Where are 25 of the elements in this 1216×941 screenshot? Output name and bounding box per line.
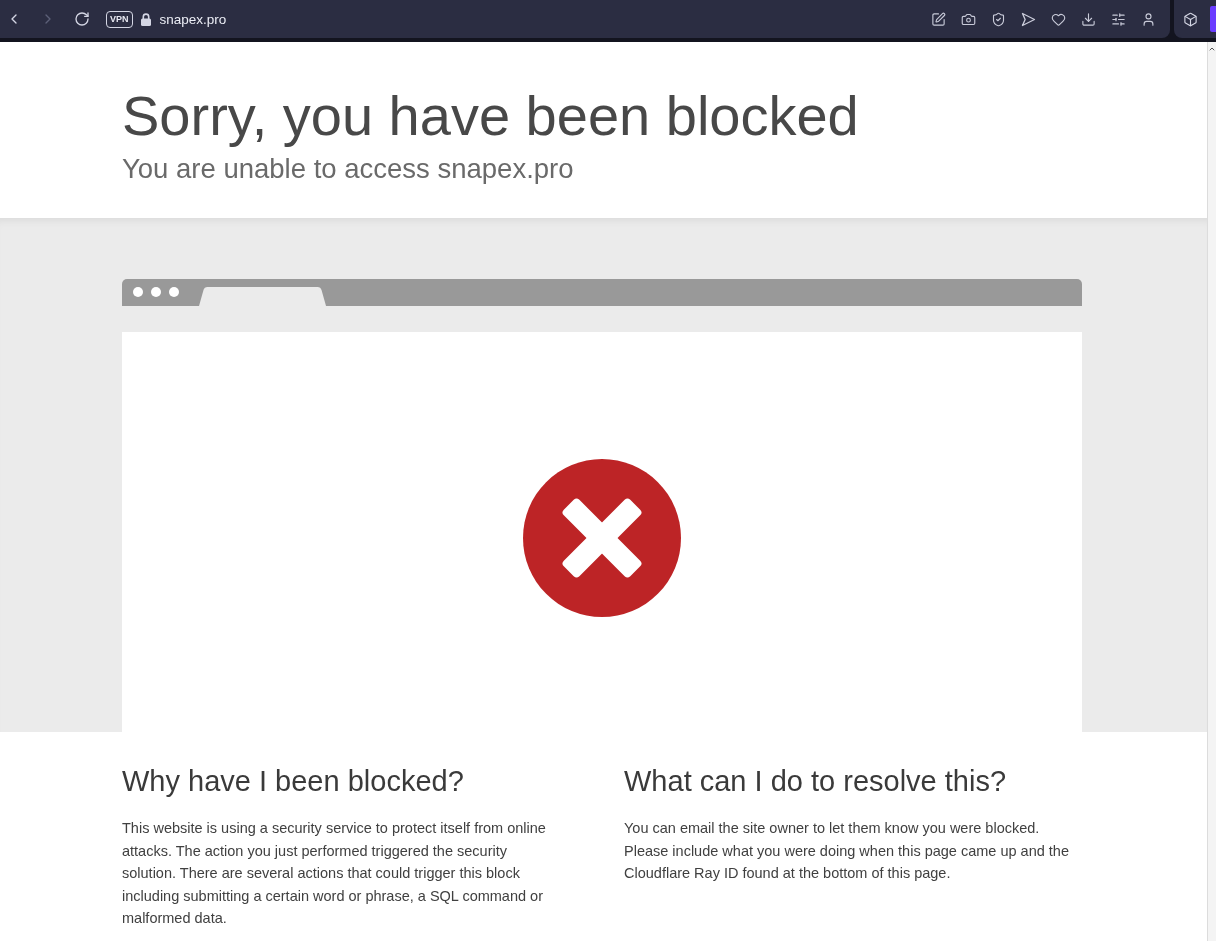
section-text: You can email the site owner to let them know you were blocked. Please include what you were doing when this page came up and the Cloudflare Ray ID found at the bottom of this page. [624, 819, 1070, 884]
error-icon [523, 458, 681, 617]
edit-icon[interactable] [931, 11, 946, 27]
address-field[interactable]: snapex.pro [159, 11, 227, 27]
sliders-icon[interactable] [1111, 11, 1126, 27]
reload-icon[interactable] [74, 11, 90, 27]
heart-icon[interactable] [1051, 11, 1066, 27]
sidebar-indicator [1210, 6, 1216, 32]
window-dot-icon [133, 287, 143, 298]
page-title: Sorry, you have been blocked [122, 85, 860, 147]
section-heading: What can I do to resolve this? [624, 763, 1008, 799]
section-heading: Why have I been blocked? [122, 763, 465, 799]
section-text: This website is using a security service to protect itself from online attacks. The action you just performed triggered the security solution. There are several actions that could trigger this block including submitting a certain word or phrase, a SQL command or malformed data. [122, 819, 547, 929]
cube-icon[interactable] [1183, 11, 1198, 27]
window-dot-icon [151, 287, 161, 298]
camera-icon[interactable] [961, 11, 976, 27]
page-subtitle: You are unable to access snapex.pro [122, 151, 575, 185]
send-icon[interactable] [1021, 11, 1036, 27]
window-dot-icon [169, 287, 179, 298]
download-icon[interactable] [1081, 11, 1096, 27]
user-icon[interactable] [1141, 11, 1156, 27]
lock-icon[interactable] [140, 12, 151, 26]
scroll-up-icon[interactable] [1208, 45, 1216, 53]
shield-check-icon[interactable] [991, 11, 1006, 27]
vpn-badge[interactable]: VPN [106, 10, 133, 28]
